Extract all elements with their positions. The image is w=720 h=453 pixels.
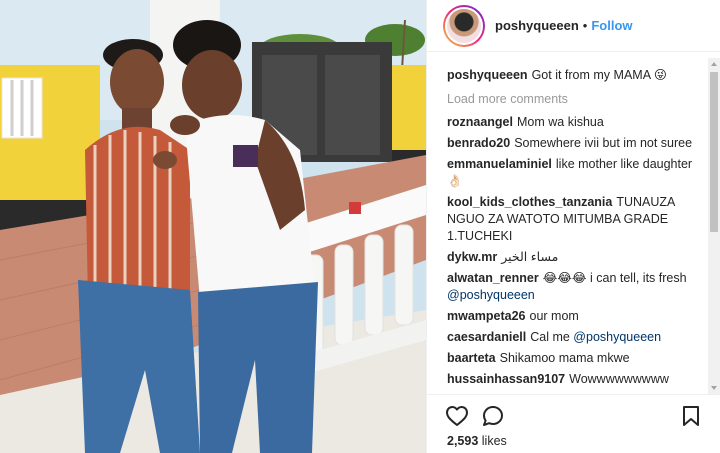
comment-text: Shikamoo mama mkwe [499, 351, 630, 365]
load-more-comments-button[interactable]: Load more comments [447, 92, 695, 106]
comments-scrollbar[interactable] [708, 58, 720, 394]
comment-username[interactable]: dykw.mr [447, 250, 497, 264]
comment-username[interactable]: kool_kids_clothes_tanzania [447, 195, 612, 209]
comment-item: caesardaniell Cal me @poshyqueeen [447, 329, 695, 346]
comment-item: roznaangel Mom wa kishua [447, 114, 695, 131]
comment-text: our mom [529, 309, 579, 323]
comment-username[interactable]: mwampeta26 [447, 309, 526, 323]
comment-text: Mom wa kishua [517, 115, 604, 129]
comment-text: 😂😂😂 i can tell, its fresh [542, 271, 687, 285]
comment-item: dykw.mr مساء الخير [447, 249, 695, 266]
comment-username[interactable]: alwatan_renner [447, 271, 539, 285]
comment-item: benrado20 Somewhere ivii but im not suree [447, 135, 695, 152]
comments-list[interactable]: poshyqueeen Got it from my MAMA 😜 Load mo… [427, 58, 709, 394]
comment-item: baarteta Shikamoo mama mkwe [447, 350, 695, 367]
comment-username[interactable]: hussainhassan9107 [447, 372, 565, 386]
post-side-panel: poshyqueeen • Follow poshyqueeen Got it f… [426, 0, 720, 453]
scroll-down-arrow-icon[interactable] [711, 386, 717, 390]
comment-username[interactable]: emmanuelaminiel [447, 157, 552, 171]
post-photo[interactable] [0, 0, 426, 453]
comment-username[interactable]: caesardaniell [447, 330, 526, 344]
likes-number: 2,593 [447, 434, 479, 448]
bookmark-icon[interactable] [679, 404, 703, 428]
action-bar: 2,593 likes [427, 394, 720, 453]
comment-username[interactable]: benrado20 [447, 136, 510, 150]
photo-illustration [0, 0, 426, 453]
heart-outline-icon[interactable] [445, 404, 469, 428]
comment-mention[interactable]: @poshyqueeen [447, 288, 535, 302]
header-separator: • [582, 18, 588, 33]
scrollbar-thumb[interactable] [710, 72, 718, 232]
caption: poshyqueeen Got it from my MAMA 😜 [447, 67, 695, 84]
scroll-up-arrow-icon[interactable] [711, 62, 717, 66]
comment-item: emmanuelaminiel like mother like daughter… [447, 156, 695, 190]
post-header: poshyqueeen • Follow [427, 0, 720, 52]
comment-text: Cal me [530, 330, 570, 344]
comment-item: alwatan_renner 😂😂😂 i can tell, its fresh … [447, 270, 695, 304]
comment-mention[interactable]: @poshyqueeen [573, 330, 661, 344]
caption-text: Got it from my MAMA 😜 [531, 68, 667, 82]
comment-item: mwampeta26 our mom [447, 308, 695, 325]
avatar-image [445, 6, 483, 45]
avatar[interactable] [443, 4, 485, 47]
comment-username[interactable]: baarteta [447, 351, 496, 365]
comment-username[interactable]: roznaangel [447, 115, 513, 129]
comment-text: Somewhere ivii but im not suree [514, 136, 693, 150]
likes-count[interactable]: 2,593 likes [447, 434, 507, 448]
comment-text: مساء الخير [501, 250, 559, 264]
header-username[interactable]: poshyqueeen [495, 18, 579, 33]
caption-username[interactable]: poshyqueeen [447, 68, 528, 82]
follow-button[interactable]: Follow [591, 18, 632, 33]
comment-item: kool_kids_clothes_tanzania TUNAUZA NGUO Z… [447, 194, 695, 245]
likes-label: likes [481, 434, 507, 448]
comment-text: Wowwwwwwwww [569, 372, 669, 386]
comment-bubble-icon[interactable] [481, 404, 505, 428]
comment-item: hussainhassan9107 Wowwwwwwwww [447, 371, 695, 388]
